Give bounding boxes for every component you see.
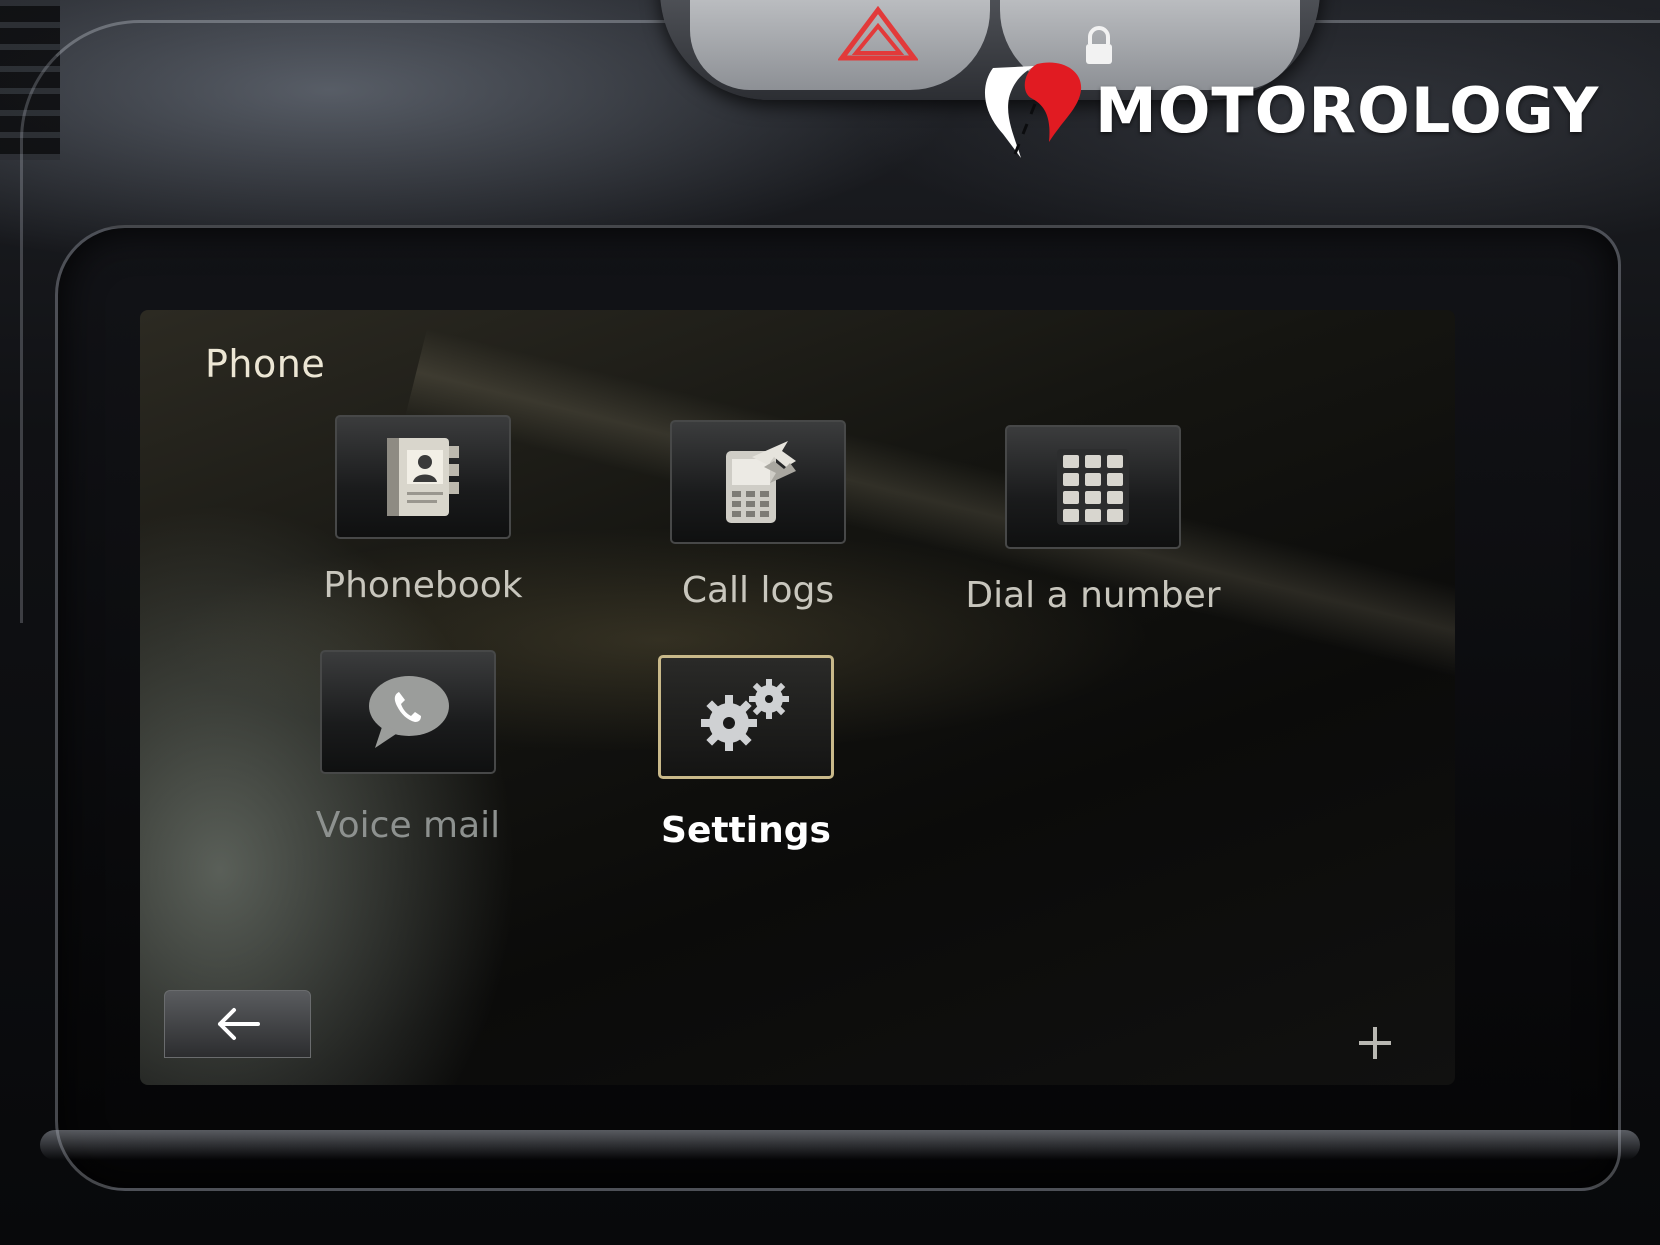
back-button[interactable] (164, 990, 311, 1058)
gears-icon (701, 679, 789, 751)
dialpad-icon (1057, 449, 1129, 525)
infotainment-screen: Phone Phonebook Call logs Dial a number … (140, 310, 1455, 1085)
dial-a-number-label: Dial a number (965, 575, 1221, 616)
settings-button[interactable] (658, 655, 834, 779)
call-logs-tile[interactable]: Call logs (670, 420, 846, 611)
dial-a-number-tile[interactable]: Dial a number (965, 425, 1221, 616)
watermark-logo: MOTOROLOGY (975, 62, 1600, 158)
phonebook-tile[interactable]: Phonebook (323, 415, 523, 606)
phonebook-button[interactable] (335, 415, 511, 539)
phonebook-icon (387, 438, 459, 516)
lock-icon (1086, 26, 1112, 64)
phonebook-label: Phonebook (323, 565, 523, 606)
voice-mail-button[interactable] (320, 650, 496, 774)
settings-label: Settings (661, 810, 831, 851)
voice-mail-label: Voice mail (315, 805, 501, 846)
screen-glare (405, 328, 1455, 682)
call-logs-label: Call logs (681, 570, 835, 611)
hazard-triangle-icon (838, 6, 918, 61)
settings-tile[interactable]: Settings (658, 655, 834, 851)
page-title: Phone (205, 342, 326, 386)
dial-a-number-button[interactable] (1005, 425, 1181, 549)
voice-mail-tile[interactable]: Voice mail (316, 650, 500, 846)
plus-icon (1359, 1027, 1391, 1059)
back-arrow-icon (217, 1008, 260, 1040)
watermark-brand-text: MOTOROLOGY (1095, 73, 1600, 147)
bezel-chrome-lip (40, 1130, 1640, 1160)
voicemail-icon (369, 676, 449, 748)
call-logs-button[interactable] (670, 420, 846, 544)
road-pin-logo-icon (984, 62, 1082, 158)
call-logs-icon (726, 441, 796, 523)
more-options-button[interactable] (1305, 1010, 1445, 1076)
